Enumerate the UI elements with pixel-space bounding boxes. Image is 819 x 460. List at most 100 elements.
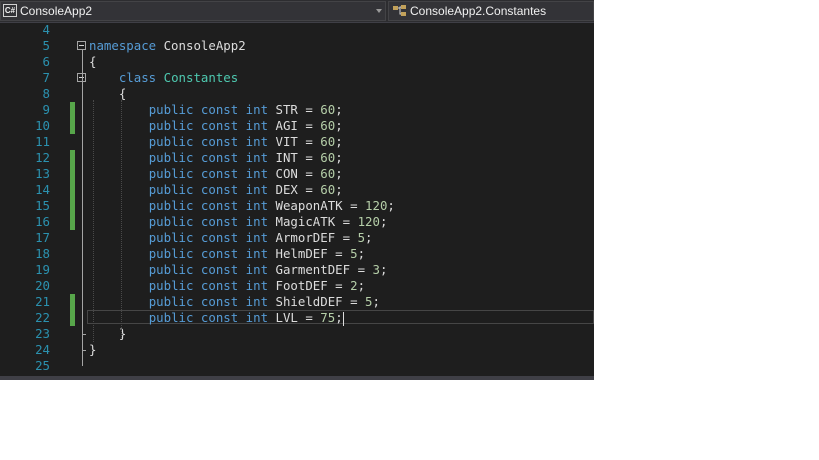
line-number: 9	[42, 102, 50, 117]
code-line[interactable]: 4	[0, 22, 594, 38]
code-line[interactable]: 17 public const int ArmorDEF = 5;	[0, 230, 594, 246]
code-text: public const int DEX = 60;	[89, 182, 343, 198]
change-marker	[70, 198, 75, 214]
code-line[interactable]: 25	[0, 358, 594, 374]
code-token: Constantes	[163, 70, 239, 85]
code-token: public const int	[148, 118, 269, 133]
change-marker	[70, 294, 75, 310]
code-line[interactable]: 21 public const int ShieldDEF = 5;	[0, 294, 594, 310]
code-text: public const int LVL = 75;	[89, 310, 344, 326]
code-line[interactable]: 20 public const int FootDEF = 2;	[0, 278, 594, 294]
code-line[interactable]: 10 public const int AGI = 60;	[0, 118, 594, 134]
code-token: ;	[379, 262, 388, 277]
code-token: 120	[357, 214, 380, 229]
code-text: public const int CON = 60;	[89, 166, 343, 182]
code-text: class Constantes	[89, 70, 238, 86]
code-line[interactable]: 12 public const int INT = 60;	[0, 150, 594, 166]
line-number: 11	[35, 134, 50, 149]
code-token: ;	[357, 246, 366, 261]
code-token: public const int	[148, 134, 269, 149]
code-line[interactable]: 6{	[0, 54, 594, 70]
code-token: 5	[365, 294, 373, 309]
code-token: ;	[335, 150, 343, 165]
line-number: 25	[35, 358, 50, 373]
code-token: public const int	[148, 214, 269, 229]
code-token: public const int	[148, 294, 269, 309]
code-token: 60	[320, 182, 336, 197]
code-token: STR =	[268, 102, 321, 117]
code-token: 60	[320, 118, 336, 133]
csharp-project-icon: C#	[3, 4, 17, 17]
change-marker	[70, 214, 75, 230]
code-line[interactable]: 23 }	[0, 326, 594, 342]
code-text: public const int MagicATK = 120;	[89, 214, 388, 230]
code-token: {	[89, 86, 127, 101]
code-line[interactable]: 15 public const int WeaponATK = 120;	[0, 198, 594, 214]
change-marker	[70, 102, 75, 118]
code-token: {	[89, 54, 97, 69]
outline-end	[82, 350, 86, 351]
code-token: 2	[350, 278, 358, 293]
code-area[interactable]: 4 5 namespace ConsoleApp2 6{7 class Constan…	[0, 22, 594, 374]
class-icon	[393, 5, 406, 16]
code-line[interactable]: 9 public const int STR = 60;	[0, 102, 594, 118]
code-line[interactable]: 5 namespace ConsoleApp2	[0, 38, 594, 54]
code-token: public const int	[148, 198, 269, 213]
code-line[interactable]: 13 public const int CON = 60;	[0, 166, 594, 182]
code-text: public const int FootDEF = 2;	[89, 278, 365, 294]
code-editor[interactable]: C# ConsoleApp2 ConsoleApp2.Constantes 45…	[0, 0, 594, 380]
code-token: 60	[320, 102, 336, 117]
code-line[interactable]: 11 public const int VIT = 60;	[0, 134, 594, 150]
line-number: 15	[35, 198, 50, 213]
code-text: public const int AGI = 60;	[89, 118, 343, 134]
code-line[interactable]: 7 class Constantes	[0, 70, 594, 86]
class-dropdown[interactable]: ConsoleApp2.Constantes	[388, 1, 594, 21]
code-token: DEX =	[268, 182, 321, 197]
project-dropdown[interactable]: C# ConsoleApp2	[0, 1, 386, 21]
code-token: ;	[357, 278, 366, 293]
line-number: 5	[42, 38, 50, 53]
code-token: 5	[357, 230, 366, 245]
line-number: 12	[35, 150, 50, 165]
code-token: }	[89, 342, 97, 357]
code-token: public const int	[148, 230, 269, 245]
code-token: AGI =	[268, 118, 321, 133]
code-line[interactable]: 8 {	[0, 86, 594, 102]
code-line[interactable]: 24}	[0, 342, 594, 358]
code-text: public const int HelmDEF = 5;	[89, 246, 365, 262]
code-line[interactable]: 19 public const int GarmentDEF = 3;	[0, 262, 594, 278]
code-line[interactable]: 16 public const int MagicATK = 120;	[0, 214, 594, 230]
code-line[interactable]: 14 public const int DEX = 60;	[0, 182, 594, 198]
change-marker	[70, 310, 75, 326]
line-number: 16	[35, 214, 50, 229]
code-token: 60	[320, 150, 336, 165]
code-text: }	[89, 342, 96, 358]
line-number: 19	[35, 262, 50, 277]
code-text: public const int VIT = 60;	[89, 134, 343, 150]
change-marker	[70, 150, 75, 166]
change-marker	[70, 182, 75, 198]
code-token: 60	[320, 166, 336, 181]
line-number: 4	[42, 22, 50, 37]
collapse-icon[interactable]	[77, 41, 86, 50]
chevron-down-icon[interactable]	[376, 9, 382, 13]
class-dropdown-label: ConsoleApp2.Constantes	[410, 4, 547, 18]
code-text: public const int WeaponATK = 120;	[89, 198, 395, 214]
code-line[interactable]: 22 public const int LVL = 75;	[0, 310, 594, 326]
code-token: ;	[335, 118, 343, 133]
text-caret	[342, 311, 344, 326]
code-line[interactable]: 18 public const int HelmDEF = 5;	[0, 246, 594, 262]
code-token: CON =	[268, 166, 321, 181]
line-number: 22	[35, 310, 50, 325]
code-token: public const int	[148, 246, 269, 261]
horizontal-scrollbar[interactable]	[0, 376, 594, 380]
